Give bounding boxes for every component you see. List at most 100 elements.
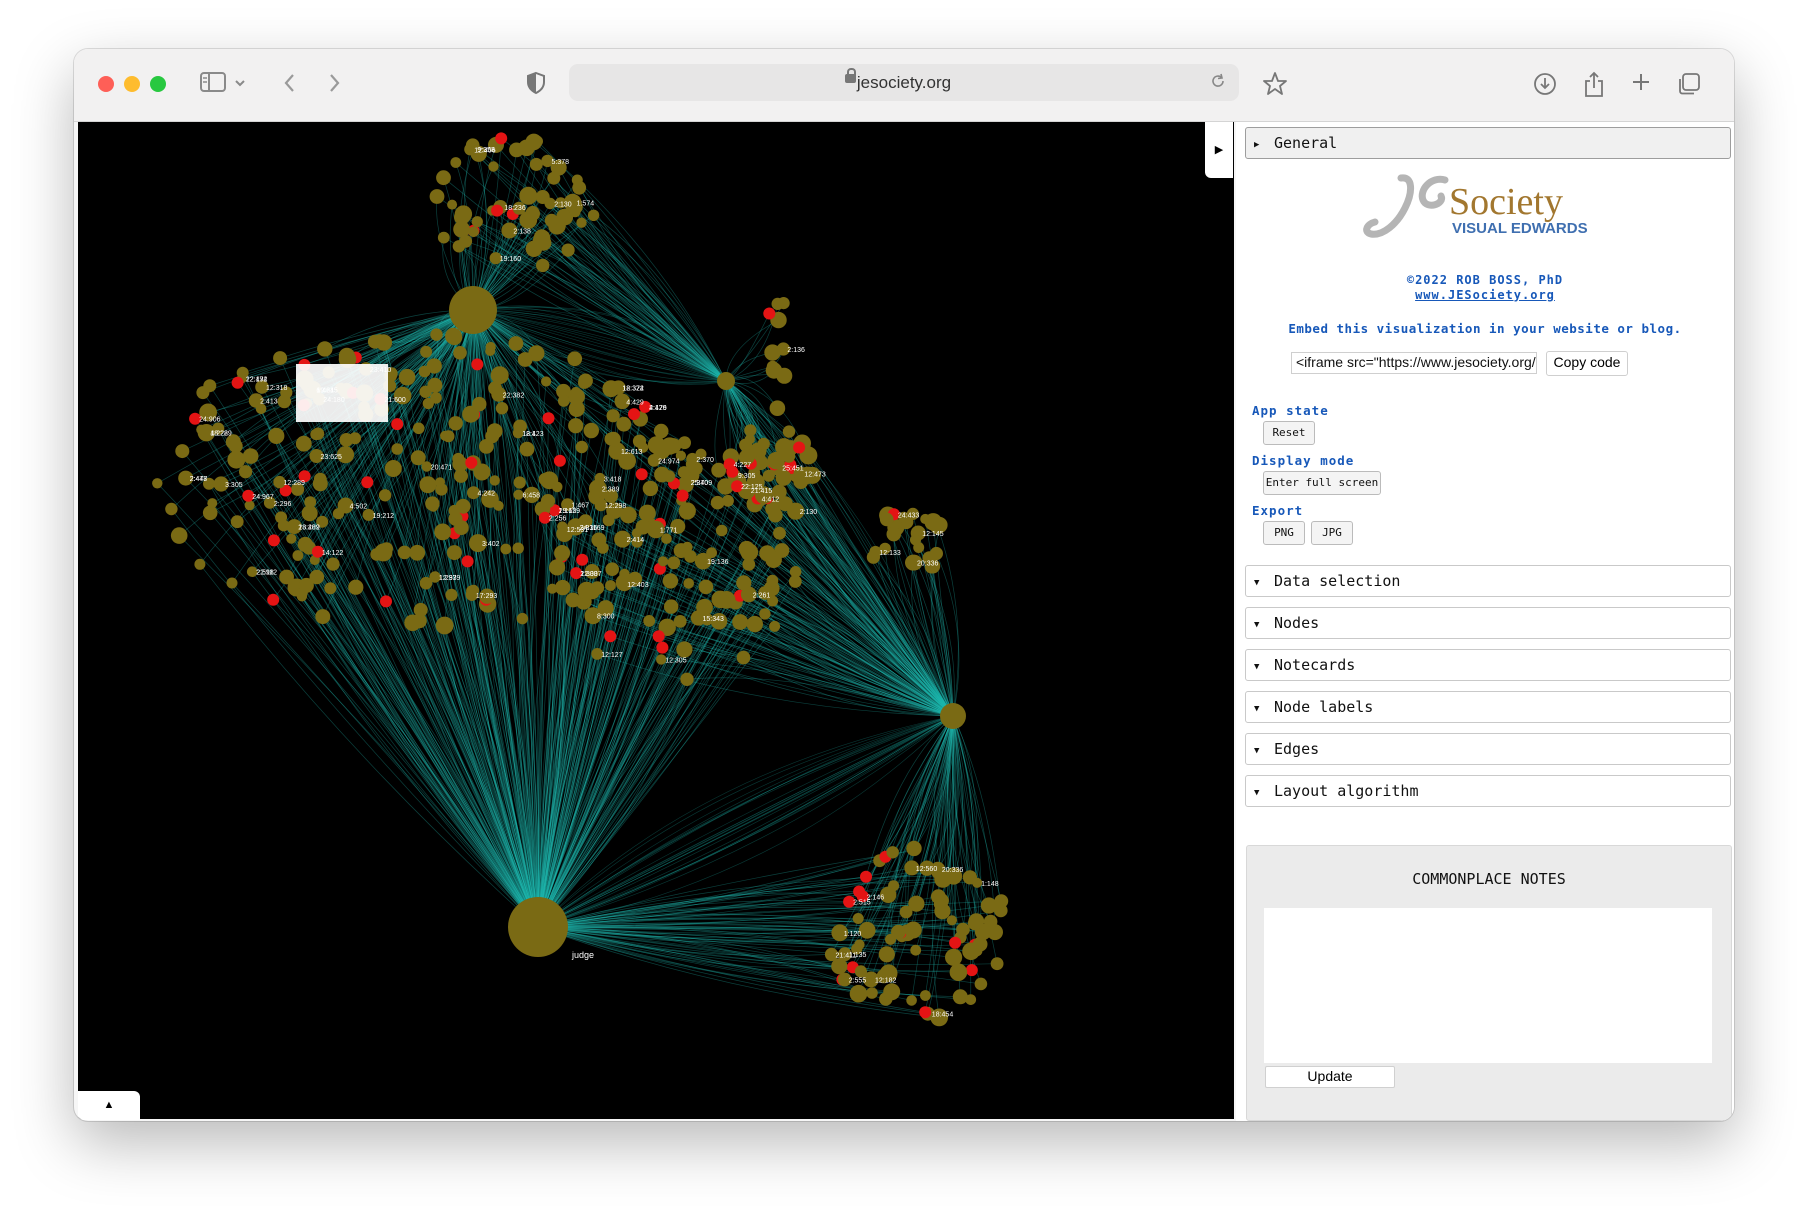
bookmark-star-icon[interactable] <box>1262 71 1288 104</box>
graph-node[interactable] <box>744 434 756 445</box>
graph-node[interactable] <box>658 556 669 567</box>
graph-node[interactable] <box>762 469 775 482</box>
graph-node[interactable] <box>485 429 500 444</box>
graph-node[interactable] <box>736 650 751 665</box>
graph-node[interactable] <box>983 914 998 929</box>
graph-node[interactable] <box>338 347 355 364</box>
graph-node[interactable] <box>765 551 782 568</box>
graph-node[interactable] <box>540 494 556 509</box>
graph-node[interactable] <box>742 558 756 571</box>
graph-node[interactable] <box>906 995 917 1006</box>
graph-node[interactable] <box>661 533 672 544</box>
graph-node[interactable] <box>974 977 988 991</box>
graph-node[interactable] <box>315 609 331 625</box>
notes-textarea[interactable] <box>1264 908 1712 1063</box>
graph-node[interactable] <box>286 533 297 544</box>
graph-node[interactable] <box>435 616 454 635</box>
highlighted-node[interactable] <box>231 376 244 389</box>
graph-node[interactable] <box>775 438 793 456</box>
highlighted-node[interactable] <box>491 204 504 217</box>
network-graph-canvas[interactable]: 25:709 22:112 4:179 19:159 23:402 2:448 24:116… <box>78 122 1234 1119</box>
highlighted-node[interactable] <box>380 595 392 608</box>
graph-node[interactable] <box>554 545 571 561</box>
section-node-labels[interactable]: ▼ Node labels <box>1245 691 1731 723</box>
site-link[interactable]: www.JESociety.org <box>1236 288 1734 302</box>
reload-icon[interactable] <box>1209 72 1227 95</box>
graph-node[interactable] <box>544 213 559 228</box>
graph-node[interactable] <box>459 234 473 248</box>
graph-node[interactable] <box>667 556 681 570</box>
export-jpg-button[interactable]: JPG <box>1311 521 1353 545</box>
minimize-window-button[interactable] <box>124 76 140 92</box>
graph-node[interactable] <box>512 542 524 554</box>
graph-node[interactable] <box>370 548 383 561</box>
highlighted-node[interactable] <box>965 964 978 977</box>
graph-node[interactable] <box>273 351 288 366</box>
graph-node[interactable] <box>606 409 620 423</box>
graph-node[interactable] <box>577 581 596 600</box>
highlighted-node[interactable] <box>495 132 508 145</box>
copy-code-button[interactable]: Copy code <box>1546 351 1628 376</box>
graph-node[interactable] <box>525 240 543 257</box>
graph-node[interactable] <box>425 496 440 511</box>
graph-node[interactable] <box>591 532 607 548</box>
graph-node[interactable] <box>454 520 469 536</box>
graph-node[interactable] <box>716 594 730 608</box>
section-general[interactable]: ▶ General <box>1245 127 1731 159</box>
graph-node[interactable] <box>436 170 451 186</box>
graph-node[interactable] <box>445 588 458 601</box>
highlighted-node[interactable] <box>628 408 640 421</box>
graph-node[interactable] <box>866 987 878 999</box>
hub-top[interactable] <box>449 286 497 334</box>
share-icon[interactable] <box>1582 71 1606 106</box>
graph-node[interactable] <box>500 543 512 555</box>
graph-node[interactable] <box>567 351 583 367</box>
graph-node[interactable] <box>312 476 328 492</box>
highlighted-node[interactable] <box>676 489 689 502</box>
forward-icon[interactable] <box>326 71 342 102</box>
graph-node[interactable] <box>771 297 784 310</box>
graph-node[interactable] <box>230 515 244 529</box>
section-notecards[interactable]: ▼ Notecards <box>1245 649 1731 681</box>
graph-node[interactable] <box>412 422 425 435</box>
graph-node[interactable] <box>384 460 402 477</box>
section-layout-algorithm[interactable]: ▼ Layout algorithm <box>1245 775 1731 807</box>
graph-node[interactable] <box>698 579 714 595</box>
graph-node[interactable] <box>513 476 526 489</box>
graph-node[interactable] <box>899 905 913 919</box>
graph-node[interactable] <box>664 599 679 614</box>
graph-node[interactable] <box>242 448 259 464</box>
graph-node[interactable] <box>434 523 452 541</box>
graph-node[interactable] <box>426 358 442 374</box>
graph-node[interactable] <box>324 582 337 595</box>
graph-node[interactable] <box>488 161 499 172</box>
graph-node[interactable] <box>602 380 620 398</box>
graph-node[interactable] <box>782 425 796 438</box>
graph-node[interactable] <box>430 392 442 404</box>
graph-node[interactable] <box>715 524 728 537</box>
graph-node[interactable] <box>568 388 585 406</box>
graph-node[interactable] <box>448 504 460 517</box>
graph-node[interactable] <box>203 379 217 393</box>
graph-node[interactable] <box>547 171 561 185</box>
graph-node[interactable] <box>525 205 540 220</box>
graph-node[interactable] <box>605 580 616 591</box>
graph-node[interactable] <box>509 142 524 158</box>
graph-node[interactable] <box>429 189 445 204</box>
hub-right[interactable] <box>940 703 966 729</box>
graph-node[interactable] <box>968 913 985 930</box>
graph-node[interactable] <box>965 994 977 1005</box>
graph-node[interactable] <box>736 575 752 591</box>
graph-node[interactable] <box>473 463 491 481</box>
highlighted-node[interactable] <box>553 454 566 467</box>
graph-node[interactable] <box>891 924 906 940</box>
graph-node[interactable] <box>575 440 588 454</box>
graph-node[interactable] <box>972 936 988 952</box>
graph-node[interactable] <box>776 367 793 384</box>
address-bar[interactable]: jesociety.org <box>569 64 1239 101</box>
graph-node[interactable] <box>934 903 951 920</box>
graph-node[interactable] <box>489 475 500 486</box>
graph-node[interactable] <box>684 550 697 563</box>
graph-node[interactable] <box>454 468 468 483</box>
highlighted-node[interactable] <box>793 441 806 454</box>
